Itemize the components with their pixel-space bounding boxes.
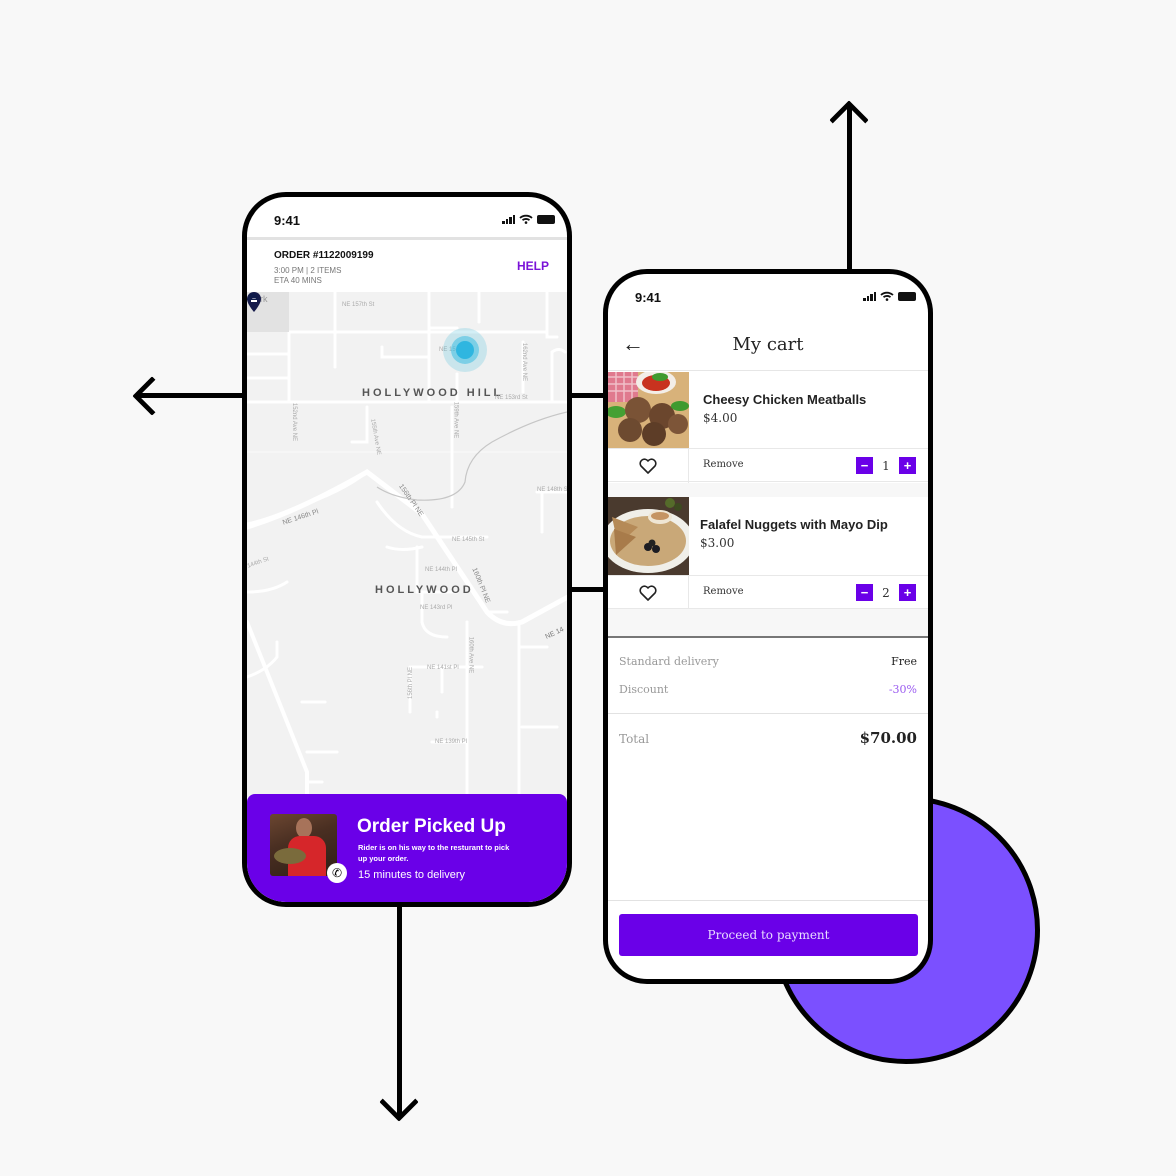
street-label: 159th Ave NE <box>452 401 459 439</box>
arrow-down-head <box>379 1082 419 1122</box>
wifi-icon <box>880 291 894 301</box>
help-link[interactable]: HELP <box>517 259 549 273</box>
heart-icon <box>639 585 657 601</box>
favorite-button[interactable] <box>608 449 689 483</box>
item-image-falafel <box>608 497 689 575</box>
phone-call-icon[interactable]: ✆ <box>327 863 347 883</box>
status-bar: 9:41 <box>247 197 567 237</box>
quantity-stepper: − 2 + <box>856 584 916 601</box>
arrow-left-head <box>132 376 172 416</box>
status-subtitle: Rider is on his way to the resturant to … <box>358 843 510 863</box>
quantity-stepper: − 1 + <box>856 457 916 474</box>
connector-bottom <box>570 587 606 592</box>
street-label: NE 139th Pl <box>435 739 468 745</box>
increase-quantity-button[interactable]: + <box>899 584 916 601</box>
signal-icon <box>502 214 515 224</box>
battery-icon <box>898 291 916 301</box>
total-row: Total $70.00 <box>619 729 917 747</box>
status-time: 9:41 <box>635 290 662 305</box>
tracking-phone: 9:41 ORDER #1122009199 3:00 PM | 2 ITEMS… <box>242 192 572 907</box>
heart-icon <box>639 458 657 474</box>
quantity-value: 2 <box>882 585 890 600</box>
summary-divider <box>608 713 928 714</box>
street-label: 162nd Ave NE <box>521 342 528 382</box>
street-label: 160th Ave NE <box>467 636 474 674</box>
total-label: Total <box>619 732 650 746</box>
order-summary: Standard delivery Free Discount -30% Tot… <box>608 636 928 901</box>
cloche-icon <box>247 293 259 300</box>
summary-separator <box>608 609 928 636</box>
discount-row: Discount -30% <box>619 683 917 696</box>
street-label: 152nd Ave NE <box>291 402 298 442</box>
proceed-to-payment-button[interactable]: Proceed to payment <box>619 914 918 956</box>
cart-phone: 9:41 ← My cart Cheesy Chicken Meatballs … <box>603 269 933 984</box>
cart-item: Cheesy Chicken Meatballs $4.00 Remove − … <box>608 372 928 483</box>
area-label-hollywood-hill: HOLLYWOOD HILL <box>362 387 504 399</box>
delivery-label: Standard delivery <box>619 655 719 668</box>
delivery-row: Standard delivery Free <box>619 655 917 668</box>
battery-icon <box>537 214 555 224</box>
item-image-meatballs <box>608 372 689 448</box>
decrease-quantity-button[interactable]: − <box>856 584 873 601</box>
item-actions: Remove − 2 + <box>608 575 928 610</box>
remove-button[interactable]: Remove <box>703 586 744 597</box>
delivery-map[interactable]: Park HOLLYWOOD HILL HOLLYWOOD NE 157th S… <box>247 292 567 797</box>
discount-label: Discount <box>619 683 669 696</box>
wifi-icon <box>519 214 533 224</box>
street-label: NE 145th St <box>452 537 485 543</box>
cart-header: ← My cart <box>608 314 928 371</box>
decrease-quantity-button[interactable]: − <box>856 457 873 474</box>
delivery-value: Free <box>891 655 917 668</box>
street-label: NE 157th St <box>342 302 375 308</box>
map-roads <box>247 292 567 797</box>
discount-value: -30% <box>888 683 917 696</box>
arrow-up-head <box>829 100 869 140</box>
street-label: NE 153rd St <box>495 395 528 401</box>
rider-photo <box>270 814 337 876</box>
order-header: ORDER #1122009199 3:00 PM | 2 ITEMS ETA … <box>247 237 567 292</box>
order-id: ORDER #1122009199 <box>274 250 374 261</box>
favorite-button[interactable] <box>608 576 689 610</box>
street-label: NE 144th Pl <box>425 567 458 573</box>
quantity-value: 1 <box>882 458 890 473</box>
order-time-items: 3:00 PM | 2 ITEMS <box>274 266 342 275</box>
street-label: 156th Pl NE <box>408 666 415 700</box>
total-value: $70.00 <box>859 729 917 747</box>
increase-quantity-button[interactable]: + <box>899 457 916 474</box>
footer-divider <box>608 900 928 901</box>
delivery-eta: 15 minutes to delivery <box>358 869 465 881</box>
status-title: Order Picked Up <box>357 816 506 837</box>
status-bar: 9:41 <box>608 274 928 314</box>
item-name: Cheesy Chicken Meatballs <box>703 392 867 407</box>
item-actions: Remove − 1 + <box>608 448 928 483</box>
page-title: My cart <box>732 334 804 355</box>
item-separator <box>608 483 928 497</box>
signal-icon <box>863 291 876 301</box>
item-name: Falafel Nuggets with Mayo Dip <box>700 517 888 532</box>
street-label: NE 141st Pl <box>427 665 459 671</box>
item-price: $3.00 <box>700 536 735 550</box>
status-time: 9:41 <box>274 213 301 228</box>
connector-top <box>570 393 606 398</box>
rider-location-marker[interactable] <box>443 328 487 372</box>
street-label: NE 148th St <box>537 487 567 493</box>
street-label: NE 143rd Pl <box>420 605 453 611</box>
cart-item: Falafel Nuggets with Mayo Dip $3.00 Remo… <box>608 497 928 610</box>
item-price: $4.00 <box>703 411 738 425</box>
order-meta: 3:00 PM | 2 ITEMS ETA 40 MINS <box>274 266 341 286</box>
remove-button[interactable]: Remove <box>703 459 744 470</box>
order-status-card: ✆ Order Picked Up Rider is on his way to… <box>247 794 567 902</box>
area-label-hollywood: HOLLYWOOD <box>375 584 474 596</box>
order-eta: ETA 40 MINS <box>274 276 322 285</box>
